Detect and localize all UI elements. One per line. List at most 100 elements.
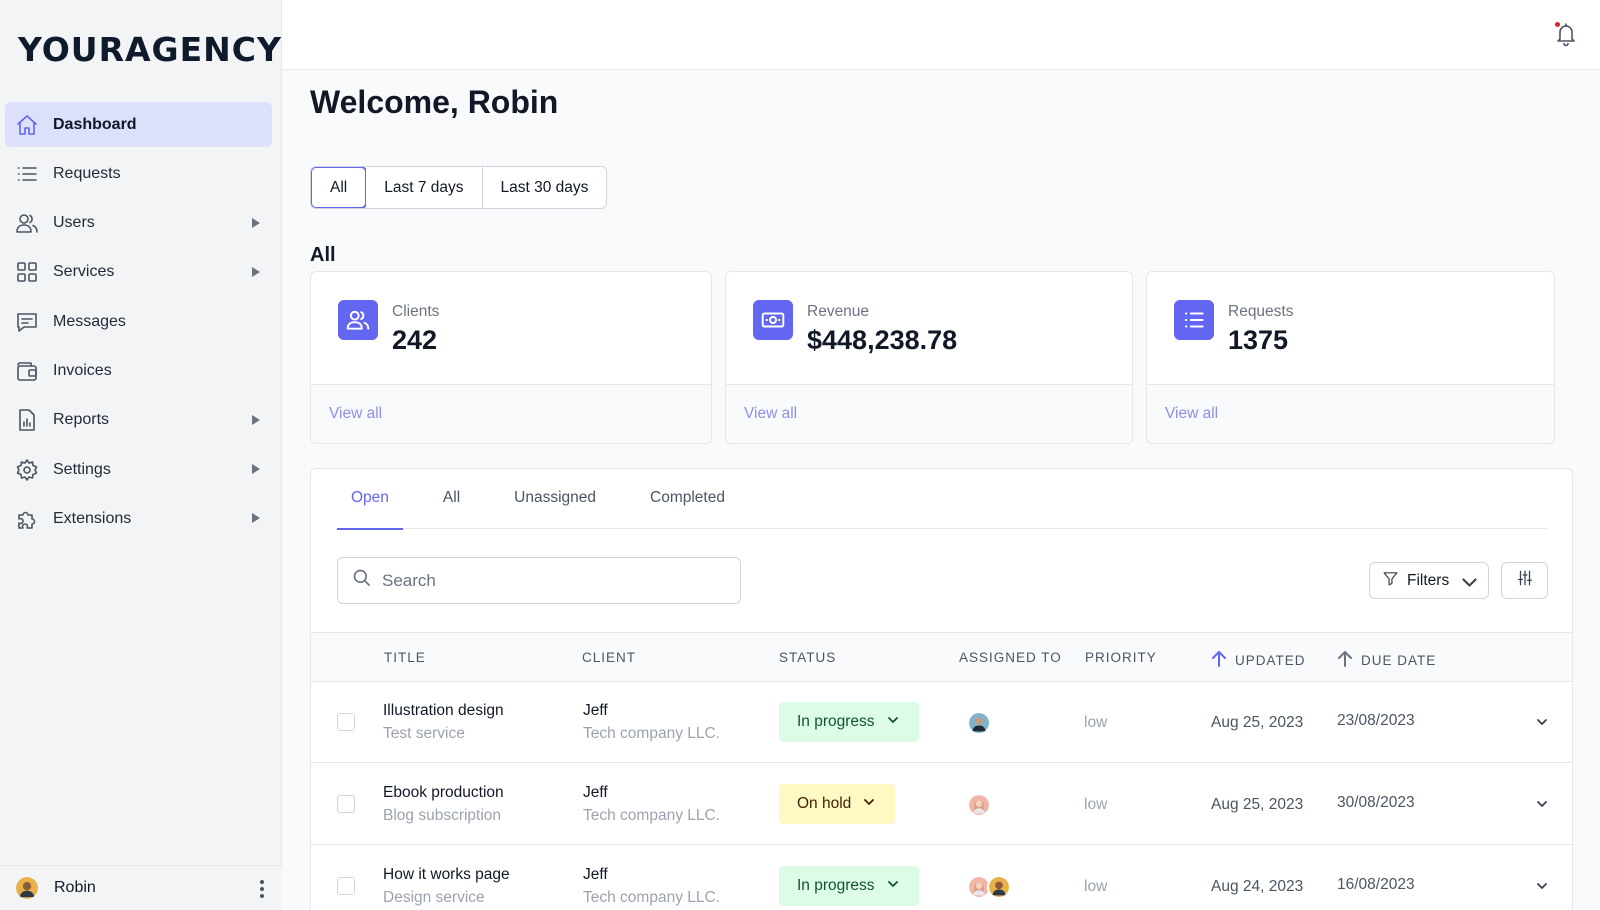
date-range-selector: All Last 7 days Last 30 days [310,166,608,209]
row-updated: Aug 24, 2023 [1211,878,1304,895]
sort-up-icon [1337,650,1353,671]
range-all-button[interactable]: All [311,167,368,208]
column-settings-button[interactable] [1501,562,1548,599]
report-icon [15,408,39,432]
column-header-title[interactable]: Title [384,650,426,665]
chevron-down-icon[interactable] [1536,879,1548,897]
sidebar: YOURAGENCY Dashboard Requests Users Serv… [0,0,282,910]
column-header-updated[interactable]: Updated [1211,650,1306,671]
sidebar-item-dashboard[interactable]: Dashboard [5,102,272,147]
assignee-avatars [967,711,991,735]
users-icon [15,211,39,235]
chevron-down-icon[interactable] [1536,797,1548,815]
stat-footer: View all [311,384,711,443]
more-vertical-icon[interactable] [260,880,266,898]
filter-icon [1382,570,1399,592]
tab-completed[interactable]: Completed [636,469,739,529]
sort-up-icon [1211,650,1227,671]
user-profile[interactable]: Robin [0,865,282,910]
column-header-due-date[interactable]: Due date [1337,650,1436,671]
range-30-days-button[interactable]: Last 30 days [482,167,607,208]
sidebar-item-requests[interactable]: Requests [5,151,272,196]
bell-icon[interactable] [1554,21,1578,47]
user-name: Robin [54,879,96,896]
assignee-avatars [967,875,1011,899]
row-title[interactable]: Illustration design [383,702,504,720]
row-title[interactable]: Ebook production [383,784,504,802]
row-service: Blog subscription [383,807,502,824]
search-icon [352,568,372,593]
tab-unassigned[interactable]: Unassigned [500,469,610,529]
sidebar-item-extensions[interactable]: Extensions [5,496,272,541]
row-checkbox[interactable] [337,795,355,813]
row-priority: low [1084,878,1108,895]
stat-label: Requests [1228,303,1294,320]
row-due-date: 16/08/2023 [1337,876,1415,893]
caret-right-icon [252,513,260,524]
page-title: Welcome, Robin [310,84,559,120]
caret-right-icon [252,266,260,277]
search-input[interactable] [382,570,722,591]
row-updated: Aug 25, 2023 [1211,796,1304,813]
sidebar-item-label: Settings [53,460,111,478]
sidebar-item-services[interactable]: Services [5,250,272,295]
sidebar-item-messages[interactable]: Messages [5,299,272,344]
list-icon [1174,300,1214,340]
stat-footer: View all [726,384,1132,443]
sidebar-item-label: Extensions [53,509,132,527]
column-header-priority[interactable]: Priority [1085,650,1157,665]
sidebar-item-label: Services [53,263,115,281]
stat-card-clients: Clients 242 View all [310,271,712,444]
stat-value: $448,238.78 [807,325,958,355]
table-row[interactable]: Ebook production Blog subscription Jeff … [311,764,1572,845]
sidebar-item-label: Requests [53,164,121,182]
table-row[interactable]: How it works page Design service Jeff Te… [311,846,1572,910]
table-row[interactable]: Illustration design Test service Jeff Te… [311,682,1572,763]
sidebar-item-users[interactable]: Users [5,201,272,246]
tab-all[interactable]: All [429,469,474,529]
column-header-label: Due date [1361,653,1437,668]
range-7-days-button[interactable]: Last 7 days [366,167,483,208]
row-company: Tech company LLC. [583,889,720,906]
avatar[interactable] [967,711,991,735]
column-header-client[interactable]: Client [582,650,636,665]
sidebar-item-label: Invoices [53,361,112,379]
view-all-link[interactable]: View all [329,405,382,423]
status-dropdown[interactable]: In progress [779,702,919,742]
status-label: In progress [797,877,875,894]
puzzle-icon [15,507,39,531]
status-dropdown[interactable]: On hold [779,784,896,824]
status-dropdown[interactable]: In progress [779,866,919,906]
column-header-status[interactable]: Status [779,650,836,665]
row-checkbox[interactable] [337,713,355,731]
filters-button[interactable]: Filters [1369,562,1489,599]
row-title[interactable]: How it works page [383,866,510,884]
tab-open[interactable]: Open [337,469,403,530]
stat-card-revenue: Revenue $448,238.78 View all [725,271,1133,444]
row-company: Tech company LLC. [583,807,720,824]
column-header-label: Updated [1235,653,1306,668]
sidebar-item-label: Users [53,214,95,232]
sidebar-item-reports[interactable]: Reports [5,398,272,443]
sidebar-item-invoices[interactable]: Invoices [5,348,272,393]
row-checkbox[interactable] [337,877,355,895]
sidebar-item-settings[interactable]: Settings [5,447,272,492]
avatar[interactable] [967,793,991,817]
brand-logo[interactable]: YOURAGENCY [18,30,282,69]
assignee-avatars [967,793,991,817]
status-label: On hold [797,795,852,812]
column-header-assigned[interactable]: Assigned to [959,650,1062,665]
chevron-down-icon[interactable] [1536,715,1548,733]
message-icon [15,310,39,334]
sidebar-nav: Dashboard Requests Users Services Messag… [5,102,272,546]
table-header: Title Client Status Assigned to Priority… [311,632,1572,682]
row-due-date: 23/08/2023 [1337,712,1415,729]
caret-right-icon [252,414,260,425]
main-content: Welcome, Robin All Last 7 days Last 30 d… [282,70,1600,910]
view-all-link[interactable]: View all [744,405,797,423]
requests-panel: Open All Unassigned Completed Filters Ti… [310,468,1573,910]
avatar[interactable] [987,875,1011,899]
chevron-down-icon [887,713,899,731]
money-icon [753,300,793,340]
view-all-link[interactable]: View all [1165,405,1218,423]
